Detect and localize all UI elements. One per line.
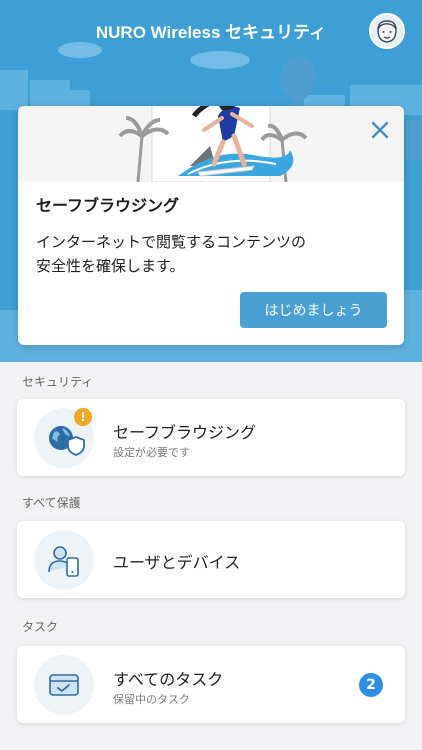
section-label-security: セキュリティ bbox=[22, 375, 94, 389]
close-button[interactable] bbox=[368, 118, 392, 142]
task-count-badge: 2 bbox=[359, 673, 383, 697]
card-title: すべてのタスク bbox=[113, 670, 224, 689]
card-all-tasks[interactable]: すべてのタスク 保留中のタスク 2 bbox=[17, 646, 405, 723]
user-face-icon bbox=[377, 20, 397, 43]
dialog-description-line2: 安全性を確保します。 bbox=[36, 257, 185, 275]
get-started-button[interactable]: はじめましょう bbox=[240, 292, 387, 328]
card-title: ユーザとデバイス bbox=[113, 553, 241, 572]
card-subtitle: 保留中のタスク bbox=[113, 693, 190, 706]
surfer-artwork bbox=[118, 106, 308, 183]
avatar[interactable] bbox=[369, 13, 405, 49]
card-title: セーフブラウジング bbox=[113, 423, 257, 442]
card-users-devices[interactable]: ユーザとデバイス bbox=[17, 521, 405, 598]
section-label-tasks: タスク bbox=[22, 620, 59, 634]
card-icon-container bbox=[34, 655, 94, 715]
surfer-illustration bbox=[18, 106, 404, 183]
user-device-icon bbox=[48, 546, 79, 577]
card-safe-browsing[interactable]: ! セーフブラウジング 設定が必要です bbox=[17, 399, 405, 476]
section-label-protection: すべて保護 bbox=[22, 496, 81, 510]
card-check-icon bbox=[49, 674, 79, 696]
app-title: NURO Wireless セキュリティ bbox=[95, 23, 327, 42]
dialog-description: インターネットで閲覧するコンテンツの 安全性を確保します。 bbox=[36, 230, 376, 278]
card-icon-container bbox=[34, 530, 94, 590]
dialog-title: セーフブラウジング bbox=[36, 196, 180, 215]
warning-badge: ! bbox=[74, 408, 92, 426]
dialog-description-line1: インターネットで閲覧するコンテンツの bbox=[36, 233, 307, 251]
close-icon bbox=[371, 121, 389, 139]
card-subtitle: 設定が必要です bbox=[113, 446, 190, 459]
onboarding-dialog: セーフブラウジング インターネットで閲覧するコンテンツの 安全性を確保します。 … bbox=[18, 106, 404, 345]
